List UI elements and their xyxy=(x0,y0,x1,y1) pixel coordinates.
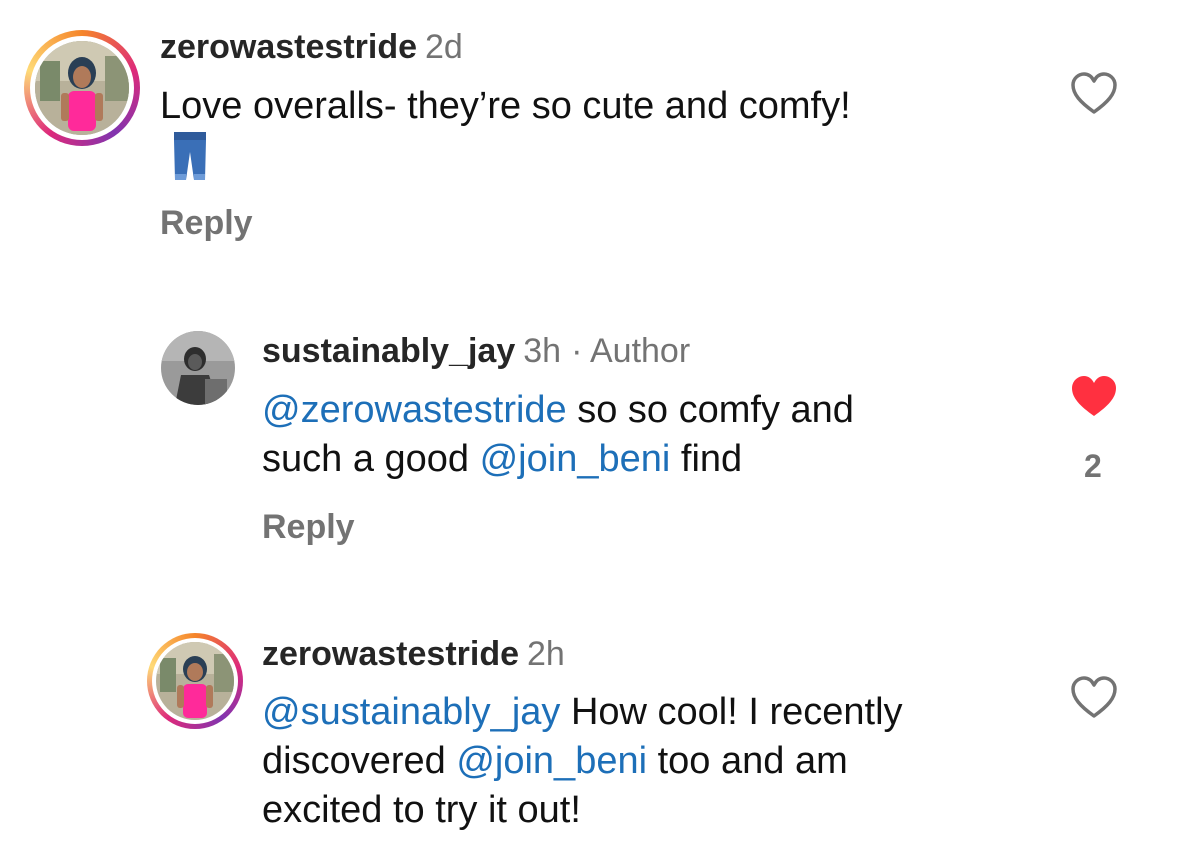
avatar-photo xyxy=(161,331,235,405)
comment-line-2: discovered @join_beni too and am xyxy=(262,737,903,786)
comment-meta: sustainably_jay 3h · Author xyxy=(262,331,690,371)
jeans-emoji-icon xyxy=(166,130,214,182)
comment-2: sustainably_jay 3h · Author @zerowastestri… xyxy=(0,300,1179,570)
username[interactable]: zerowastestride xyxy=(262,635,519,673)
comment-3: zerowastestride 2h @sustainably_jay How c… xyxy=(0,600,1179,853)
mention-link[interactable]: @join_beni xyxy=(480,438,671,480)
avatar xyxy=(35,41,129,135)
mention-link[interactable]: @zerowastestride xyxy=(262,389,567,431)
comment-1: zerowastestride 2d Love overalls- they’re… xyxy=(0,0,1179,260)
username[interactable]: sustainably_jay xyxy=(262,332,515,370)
comment-text: @zerowastestride so so comfy and such a … xyxy=(262,386,854,484)
comment-meta: zerowastestride 2h xyxy=(262,634,565,674)
avatar xyxy=(156,642,234,720)
comment-text-content: Love overalls- they’re so cute and comfy… xyxy=(160,85,851,127)
like-count: 2 xyxy=(1084,448,1102,484)
timestamp: 3h xyxy=(523,332,562,370)
author-badge: Author xyxy=(589,332,691,370)
username[interactable]: zerowastestride xyxy=(160,28,417,66)
avatar-ring[interactable] xyxy=(147,633,243,729)
reply-button[interactable]: Reply xyxy=(160,204,253,243)
comment-text-content: How cool! I recently xyxy=(560,691,903,733)
timestamp: 2d xyxy=(425,28,463,66)
comment-line-2: such a good @join_beni find xyxy=(262,435,854,484)
comment-line-1: @zerowastestride so so comfy and xyxy=(262,386,854,435)
avatar-ring[interactable] xyxy=(24,30,140,146)
avatar-photo xyxy=(35,41,129,135)
timestamp: 2h xyxy=(527,635,565,673)
mention-link[interactable]: @sustainably_jay xyxy=(262,691,560,733)
mention-link[interactable]: @join_beni xyxy=(456,740,647,782)
comment-line-1: @sustainably_jay How cool! I recently xyxy=(262,688,903,737)
heart-filled-icon[interactable] xyxy=(1070,375,1118,419)
heart-outline-icon[interactable] xyxy=(1070,676,1118,720)
comment-text: Love overalls- they’re so cute and comfy… xyxy=(160,82,851,131)
comment-text-content: so so comfy and xyxy=(566,389,854,431)
comment-text-content: excited to try it out! xyxy=(262,789,581,831)
separator-dot: · xyxy=(571,332,583,370)
comment-text-content: find xyxy=(670,438,743,480)
comment-text: @sustainably_jay How cool! I recently di… xyxy=(262,688,903,835)
avatar-photo xyxy=(156,642,234,720)
comment-text-content: such a good xyxy=(262,438,480,480)
comment-text-content: too and am xyxy=(647,740,848,782)
comment-line-3: excited to try it out! xyxy=(262,786,903,835)
comment-text-content: discovered xyxy=(262,740,457,782)
heart-outline-icon[interactable] xyxy=(1070,72,1118,116)
reply-button[interactable]: Reply xyxy=(262,508,355,547)
avatar[interactable] xyxy=(161,331,235,405)
comment-meta: zerowastestride 2d xyxy=(160,27,463,67)
